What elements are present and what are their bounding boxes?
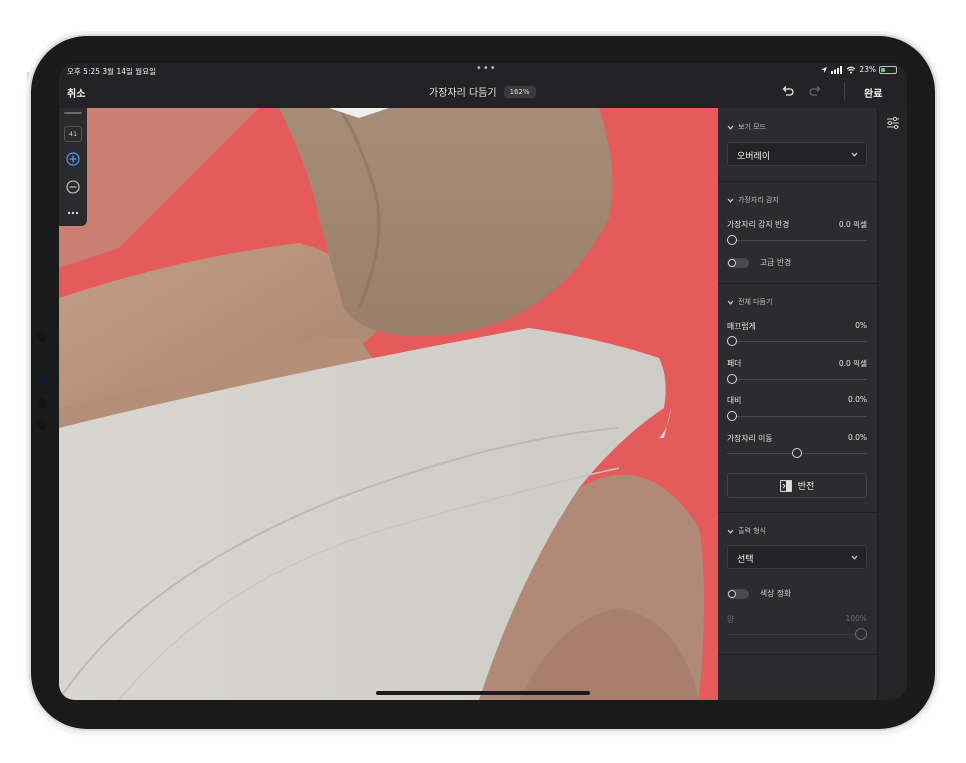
shift-edge-value: 0.0% bbox=[847, 433, 867, 442]
chevron-down-icon bbox=[851, 152, 858, 157]
adjustments-sliders-icon[interactable] bbox=[886, 116, 900, 130]
edge-detection-title: 가장자리 감지 bbox=[738, 196, 779, 204]
slider-knob[interactable] bbox=[727, 336, 737, 346]
invert-label: 반전 bbox=[797, 482, 815, 492]
output-section: 출력 형식 선택 색상 정화 양 100% bbox=[718, 512, 877, 655]
feather-slider[interactable] bbox=[727, 374, 867, 384]
global-refine-section: 전체 다듬기 매끄럽게 0% 페더 0.0 픽셀 대비 0.0% 가장자리 이동… bbox=[718, 283, 877, 513]
multitasking-dots[interactable]: ••• bbox=[476, 63, 497, 74]
status-indicators: 23% bbox=[820, 65, 897, 74]
invert-icon bbox=[779, 479, 792, 492]
amount-slider bbox=[727, 628, 867, 640]
smooth-slider[interactable] bbox=[727, 336, 867, 346]
top-toolbar: 취소 가장자리 다듬기 162% 완료 bbox=[59, 77, 907, 108]
edge-detection-header[interactable]: 가장자리 감지 bbox=[727, 195, 779, 205]
global-refine-title: 전체 다듬기 bbox=[738, 298, 773, 306]
add-brush-icon[interactable] bbox=[66, 152, 80, 166]
smart-radius-row: 고급 반경 bbox=[727, 257, 791, 268]
smart-radius-label: 고급 반경 bbox=[760, 258, 792, 267]
brush-toolstrip: 41 bbox=[59, 108, 87, 226]
invert-button[interactable]: 반전 bbox=[727, 473, 867, 498]
battery-icon bbox=[879, 65, 897, 74]
shift-edge-slider[interactable] bbox=[727, 448, 867, 458]
toolbar-divider bbox=[844, 82, 845, 100]
output-value: 선택 bbox=[737, 555, 754, 565]
chevron-down-icon bbox=[727, 125, 734, 130]
smart-radius-toggle[interactable] bbox=[727, 257, 749, 268]
battery-percentage: 23% bbox=[859, 65, 876, 74]
undo-icon[interactable] bbox=[780, 83, 796, 99]
decontaminate-toggle[interactable] bbox=[727, 588, 749, 599]
decontaminate-label: 색상 정화 bbox=[760, 589, 792, 598]
bezel-camera bbox=[38, 376, 46, 384]
chevron-down-icon bbox=[851, 555, 858, 560]
shift-edge-label: 가장자리 이동 bbox=[727, 434, 773, 443]
contrast-label: 대비 bbox=[727, 396, 742, 405]
chevron-down-icon bbox=[727, 198, 734, 203]
chevron-down-icon bbox=[727, 529, 734, 534]
status-bar: 오후 5:25 3월 14일 월요일 ••• 23% bbox=[59, 63, 907, 77]
redo-icon[interactable] bbox=[807, 83, 823, 99]
home-indicator[interactable] bbox=[376, 691, 590, 695]
contrast-value: 0.0% bbox=[847, 395, 867, 404]
smooth-value: 0% bbox=[855, 321, 867, 330]
bezel-sensor bbox=[37, 332, 47, 342]
view-mode-header[interactable]: 보기 모드 bbox=[727, 122, 766, 132]
decontaminate-row: 색상 정화 bbox=[727, 588, 791, 599]
subtract-brush-icon[interactable] bbox=[66, 180, 80, 194]
edge-radius-slider[interactable] bbox=[727, 235, 867, 245]
wifi-icon bbox=[846, 66, 856, 74]
page-title: 가장자리 다듬기 bbox=[429, 88, 497, 99]
output-header[interactable]: 출력 형식 bbox=[727, 526, 766, 536]
feather-value: 0.0 픽셀 bbox=[838, 359, 867, 368]
global-refine-header[interactable]: 전체 다듬기 bbox=[727, 297, 772, 307]
signal-icon bbox=[831, 65, 843, 74]
slider-knob[interactable] bbox=[727, 374, 737, 384]
more-options-icon[interactable] bbox=[66, 206, 80, 220]
done-button[interactable]: 완료 bbox=[864, 85, 882, 100]
slider-knob[interactable] bbox=[727, 411, 737, 421]
amount-value: 100% bbox=[845, 614, 867, 623]
smooth-label: 매끄럽게 bbox=[727, 322, 756, 331]
app-screen: 오후 5:25 3월 14일 월요일 ••• 23% 취소 가장자리 다듬기 1… bbox=[59, 63, 907, 700]
image-canvas[interactable] bbox=[59, 108, 718, 700]
ipad-top-button-right bbox=[132, 31, 162, 34]
edge-radius-label: 가장자리 감지 반경 bbox=[727, 220, 790, 229]
photo-illustration bbox=[59, 108, 704, 700]
view-mode-section: 보기 모드 오버레이 bbox=[718, 108, 877, 182]
slider-knob[interactable] bbox=[792, 448, 802, 458]
panel-rail bbox=[877, 108, 907, 700]
slider-knob[interactable] bbox=[727, 235, 737, 245]
bezel-sensor bbox=[37, 420, 47, 430]
ipad-side-button bbox=[27, 72, 30, 102]
bezel-sensor bbox=[37, 398, 47, 408]
properties-panel: 보기 모드 오버레이 가장자리 감지 가장자리 감지 반경 0.0 픽셀 고급 … bbox=[718, 108, 877, 700]
view-mode-value: 오버레이 bbox=[737, 152, 771, 162]
zoom-level-badge[interactable]: 162% bbox=[503, 85, 536, 98]
edge-radius-value: 0.0 픽셀 bbox=[838, 220, 867, 229]
slider-knob bbox=[855, 628, 867, 640]
output-dropdown[interactable]: 선택 bbox=[727, 545, 867, 569]
cancel-button[interactable]: 취소 bbox=[67, 85, 85, 100]
contrast-slider[interactable] bbox=[727, 411, 867, 421]
toolstrip-drag-handle[interactable] bbox=[64, 112, 82, 114]
amount-label: 양 bbox=[727, 615, 735, 624]
location-icon bbox=[821, 66, 828, 73]
edge-detection-section: 가장자리 감지 가장자리 감지 반경 0.0 픽셀 고급 반경 bbox=[718, 181, 877, 284]
title-group: 가장자리 다듬기 162% bbox=[429, 84, 536, 99]
chevron-down-icon bbox=[727, 300, 734, 305]
ipad-top-button-left bbox=[96, 31, 126, 34]
brush-size-indicator[interactable]: 41 bbox=[64, 126, 82, 142]
view-mode-dropdown[interactable]: 오버레이 bbox=[727, 142, 867, 166]
status-time-date: 오후 5:25 3월 14일 월요일 bbox=[67, 67, 156, 76]
feather-label: 페더 bbox=[727, 359, 742, 368]
output-title: 출력 형식 bbox=[738, 527, 766, 535]
view-mode-title: 보기 모드 bbox=[738, 123, 766, 131]
